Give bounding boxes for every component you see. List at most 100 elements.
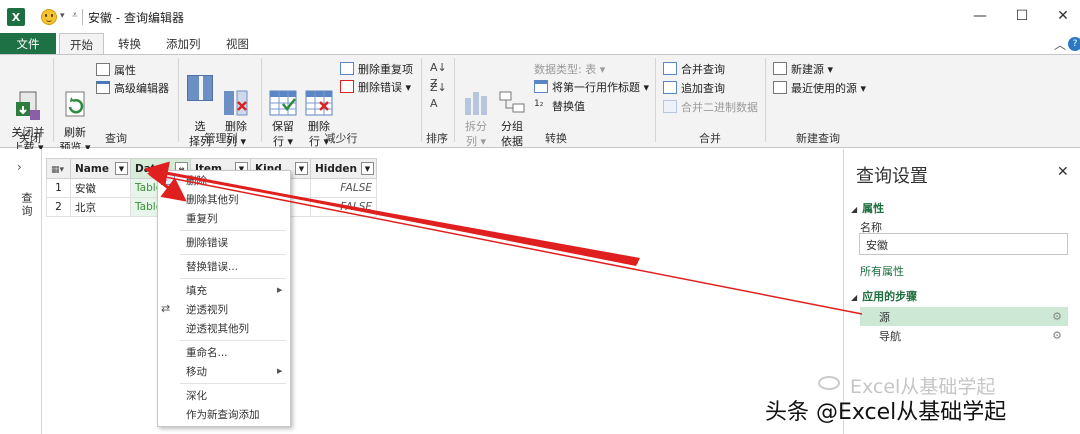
applied-step-source[interactable]: 源 ⚙ [860, 307, 1068, 326]
remove-errors-icon [340, 80, 354, 93]
append-queries-button[interactable]: 追加查询 [663, 79, 725, 96]
split-column-label: 拆分 列 ▾ [465, 120, 487, 148]
menu-separator [180, 278, 286, 279]
tab-file[interactable]: 文件 [0, 33, 56, 55]
combine-binaries-label: 合并二进制数据 [681, 100, 758, 114]
query-settings-title: 查询设置 [856, 166, 928, 187]
menu-item-move[interactable]: 移动 [186, 362, 207, 380]
tab-view[interactable]: 视图 [216, 33, 259, 55]
menu-item-remove[interactable]: 删除 [186, 171, 207, 189]
smiley-feedback-icon[interactable] [41, 9, 57, 25]
group-label-close: 关闭 [19, 132, 41, 145]
first-row-header-icon [534, 80, 548, 93]
close-settings-icon[interactable]: ✕ [1057, 164, 1069, 180]
all-properties-link[interactable]: 所有属性 [860, 263, 904, 279]
filter-dropdown-icon[interactable]: ▼ [295, 162, 308, 175]
row-number: 1 [46, 178, 71, 198]
quick-access-dropdown-icon[interactable]: ▾ [60, 11, 65, 21]
column-header-hidden[interactable]: Hidden ▼ [310, 158, 377, 179]
applied-step-navigation[interactable]: 导航 ⚙ [860, 326, 1068, 345]
unpivot-icon: ⇄ [161, 302, 171, 315]
first-row-header-label: 将第一行用作标题 ▾ [552, 80, 650, 94]
advanced-editor-button[interactable]: 高级编辑器 [96, 79, 169, 96]
menu-item-add-as-new-query[interactable]: 作为新查询添加 [186, 405, 260, 423]
split-column-icon [463, 75, 489, 115]
window-title: 安徽 - 查询编辑器 [88, 11, 184, 25]
tab-transform[interactable]: 转换 [108, 33, 151, 55]
remove-errors-label: 删除错误 ▾ [358, 80, 412, 94]
properties-label: 属性 [114, 63, 136, 77]
gear-icon[interactable]: ⚙ [1052, 310, 1062, 323]
merge-queries-icon [663, 62, 677, 75]
applied-steps-header[interactable]: ◢ 应用的步骤 [851, 288, 917, 304]
remove-errors-button[interactable]: 删除错误 ▾ [340, 78, 411, 95]
group-by-label: 分组 依据 [501, 120, 523, 148]
menu-item-replace-errors[interactable]: 替换错误... [186, 257, 238, 275]
filter-dropdown-icon[interactable]: ▼ [361, 162, 374, 175]
group-label-manage-columns: 管理列 [204, 132, 238, 145]
query-name-input[interactable]: 安徽 [859, 233, 1068, 255]
new-source-label: 新建源 ▾ [791, 62, 834, 76]
new-source-icon [773, 62, 787, 75]
cell-hidden[interactable]: FALSE [310, 197, 377, 217]
sort-descending-button[interactable]: Z↓ A [430, 80, 447, 112]
menu-item-remove-errors[interactable]: 删除错误 [186, 233, 228, 251]
menu-item-unpivot-columns[interactable]: 逆透视列 [186, 300, 228, 318]
cell-hidden[interactable]: FALSE [310, 178, 377, 198]
menu-separator [180, 254, 286, 255]
new-source-button[interactable]: 新建源 ▾ [773, 60, 833, 77]
properties-button[interactable]: 属性 [96, 61, 136, 78]
recent-sources-icon [773, 81, 787, 94]
group-separator [765, 58, 766, 142]
menu-item-drill-down[interactable]: 深化 [186, 386, 207, 404]
cell-name[interactable]: 北京 [70, 197, 131, 217]
data-type-dropdown[interactable]: 数据类型: 表 ▾ [534, 60, 605, 77]
column-header-name[interactable]: Name ▼ [70, 158, 131, 179]
customize-toolbar-icon[interactable]: ⩡ [72, 10, 78, 21]
properties-section-header[interactable]: ◢ 属性 [851, 200, 884, 216]
menu-separator [180, 340, 286, 341]
merge-queries-button[interactable]: 合并查询 [663, 60, 725, 77]
choose-columns-icon [187, 75, 213, 101]
collapse-ribbon-icon[interactable]: ︿ [1054, 36, 1066, 53]
group-by-icon [499, 75, 525, 113]
combine-binaries-button[interactable]: 合并二进制数据 [663, 98, 758, 115]
menu-item-fill[interactable]: 填充 [186, 281, 207, 299]
remove-columns-icon [223, 75, 249, 116]
filter-dropdown-icon[interactable]: ▼ [115, 162, 128, 175]
merge-queries-label: 合并查询 [681, 62, 725, 76]
close-window-button[interactable]: ✕ [1052, 6, 1074, 26]
group-separator [53, 58, 54, 142]
group-label-transform: 转换 [545, 132, 567, 145]
menu-item-unpivot-other-columns[interactable]: 逆透视其他列 [186, 319, 249, 337]
refresh-icon [62, 75, 88, 117]
queries-navigator-label[interactable]: 查询 [18, 192, 34, 218]
menu-separator [180, 383, 286, 384]
submenu-arrow-icon: ▶ [277, 286, 283, 294]
replace-values-label: 替换值 [552, 99, 585, 113]
menu-item-duplicate-column[interactable]: 重复列 [186, 209, 218, 227]
maximize-button[interactable]: ☐ [1011, 6, 1033, 26]
menu-item-remove-other-columns[interactable]: 删除其他列 [186, 190, 239, 208]
minimize-button[interactable]: — [969, 6, 991, 26]
help-icon[interactable]: ? [1068, 37, 1080, 51]
tab-add-column[interactable]: 添加列 [156, 33, 211, 55]
append-queries-label: 追加查询 [681, 81, 725, 95]
remove-duplicates-button[interactable]: 删除重复项 [340, 60, 413, 77]
menu-item-rename[interactable]: 重命名... [186, 343, 228, 361]
tab-home[interactable]: 开始 [59, 33, 104, 55]
replace-values-icon: 1₂ [534, 99, 544, 109]
expand-navigator-icon[interactable]: › [17, 160, 22, 174]
cell-name[interactable]: 安徽 [70, 178, 131, 198]
collapse-triangle-icon: ◢ [851, 205, 858, 214]
row-number: 2 [46, 197, 71, 217]
recent-sources-button[interactable]: 最近使用的源 ▾ [773, 79, 866, 96]
group-separator [178, 58, 179, 142]
use-first-row-as-headers-button[interactable]: 将第一行用作标题 ▾ [534, 78, 649, 95]
gear-icon[interactable]: ⚙ [1052, 329, 1062, 342]
group-separator [261, 58, 262, 142]
replace-values-button[interactable]: 1₂ 替换值 [534, 97, 585, 114]
advanced-editor-label: 高级编辑器 [114, 81, 169, 95]
close-load-icon [14, 75, 42, 120]
table-select-all[interactable]: ▦▾ [46, 158, 71, 179]
